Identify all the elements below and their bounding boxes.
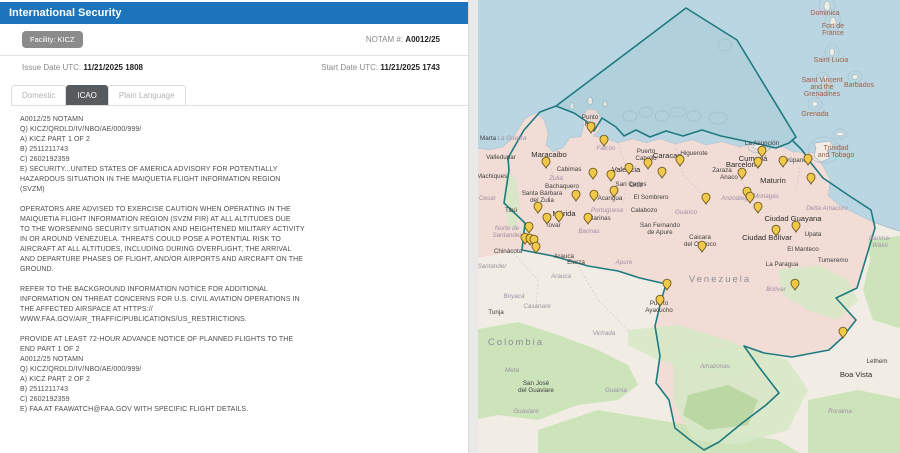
issue-date-value: 11/21/2025 1808 — [83, 63, 143, 72]
map-label: Casanare — [523, 303, 551, 310]
start-date-value: 11/21/2025 1743 — [380, 63, 440, 72]
notam-number-field: NOTAM #: A0012/25 — [366, 35, 440, 44]
map-label: Roraima — [828, 408, 852, 415]
start-date-field: Start Date UTC: 11/21/2025 1743 — [321, 63, 440, 72]
map-label: El Sombrero — [634, 194, 669, 201]
map-label: Saint Lucia — [814, 57, 849, 64]
map-label: Ciudad Bolívar — [742, 233, 792, 242]
map-label: Apure — [615, 259, 633, 266]
map-label: Marta — [480, 135, 497, 142]
map-label: Ortiz — [629, 182, 642, 189]
map-label: Barinas — [578, 228, 600, 235]
map-label: Fort deFrance — [822, 23, 844, 37]
map-label: Guárico — [675, 209, 698, 216]
map-label: Arauca — [554, 253, 574, 260]
map-label: Barinas — [589, 215, 610, 222]
map-label: Anaco — [720, 174, 738, 181]
map-container[interactable]: DominicaFort deFranceSaint LuciaSaint Vi… — [478, 0, 900, 453]
map-label: Venezuela — [689, 274, 751, 285]
map-label: Upata — [805, 231, 822, 238]
map-label: Barbados — [844, 82, 874, 89]
map-label: Grenada — [801, 111, 828, 118]
map-label: Machiques — [478, 173, 507, 180]
map-island — [836, 132, 844, 136]
map-label: Tumeremo — [818, 257, 849, 264]
map-label: Dominica — [810, 10, 839, 17]
format-tabs: Domestic ICAO Plain Language — [11, 85, 468, 106]
map-island — [852, 75, 858, 80]
map-label: Valledupar — [486, 154, 516, 161]
map-label: Maturín — [760, 176, 786, 185]
map-label: La Guajira — [497, 135, 527, 142]
map-label: Meta — [505, 367, 519, 374]
tab-plain-language[interactable]: Plain Language — [108, 85, 186, 105]
tab-icao[interactable]: ICAO — [66, 85, 108, 105]
facility-badge: Facility: KICZ — [22, 31, 83, 48]
map-label: Falcón — [597, 145, 616, 152]
map-label: El Manteco — [787, 246, 819, 253]
notam-number-value: A0012/25 — [405, 35, 440, 44]
map-svg[interactable]: DominicaFort deFranceSaint LuciaSaint Vi… — [478, 0, 900, 453]
map-label: Tunja — [488, 309, 504, 316]
map-label: Cesar — [479, 195, 497, 202]
notam-text-body: A0012/25 NOTAMN Q) KICZ/QRDLD/IV/NBO/AE/… — [20, 115, 420, 415]
map-label: Tibú — [505, 207, 518, 214]
map-label: Cabimas — [557, 166, 582, 173]
page-title: International Security — [0, 2, 468, 24]
map-label: Bolívar — [766, 286, 787, 293]
map-label: Chinácota — [494, 248, 523, 255]
map-label: Barima-Waini — [869, 235, 891, 249]
map-label: Maracaibo — [531, 150, 566, 159]
map-label: Guainía — [605, 387, 628, 394]
map-label: Santander — [478, 263, 507, 270]
map-label: San Josédel Guaviare — [518, 380, 554, 394]
map-label: Norte deSantander — [492, 225, 522, 239]
map-label: Portuguesa — [591, 207, 624, 214]
map-label: Amazonas — [699, 363, 731, 370]
notam-panel: International Security Facility: KICZ NO… — [0, 0, 469, 453]
map-label: Acarigua — [598, 195, 623, 202]
issue-date-field: Issue Date UTC: 11/21/2025 1808 — [22, 63, 143, 72]
map-green-area — [808, 390, 900, 453]
facility-row: Facility: KICZ NOTAM #: A0012/25 — [0, 24, 468, 56]
map-label: La Paragua — [766, 261, 799, 268]
start-date-label: Start Date UTC: — [321, 63, 378, 72]
map-label: Colombia — [488, 337, 544, 348]
map-label: Arauca — [550, 273, 571, 280]
notam-number-label: NOTAM #: — [366, 35, 403, 44]
map-label: Delta Amacuro — [806, 205, 848, 212]
map-island — [812, 102, 818, 107]
map-label: Vichada — [593, 330, 616, 337]
map-label: Higuerote — [680, 150, 708, 157]
map-label: Lethem — [866, 358, 887, 365]
map-label: Boyacá — [503, 293, 525, 300]
map-label: Monagas — [753, 193, 780, 200]
map-label: Calabozo — [631, 207, 658, 214]
issue-date-label: Issue Date UTC: — [22, 63, 81, 72]
map-label: Elorza — [567, 259, 585, 266]
map-label: Zulia — [548, 175, 563, 182]
dates-row: Issue Date UTC: 11/21/2025 1808 Start Da… — [0, 56, 468, 79]
map-island — [830, 48, 835, 56]
map-label: Bachaquero — [545, 183, 579, 190]
map-label: Boa Vista — [840, 370, 873, 379]
tab-domestic[interactable]: Domestic — [11, 85, 66, 105]
map-label: Guaviare — [513, 408, 539, 415]
